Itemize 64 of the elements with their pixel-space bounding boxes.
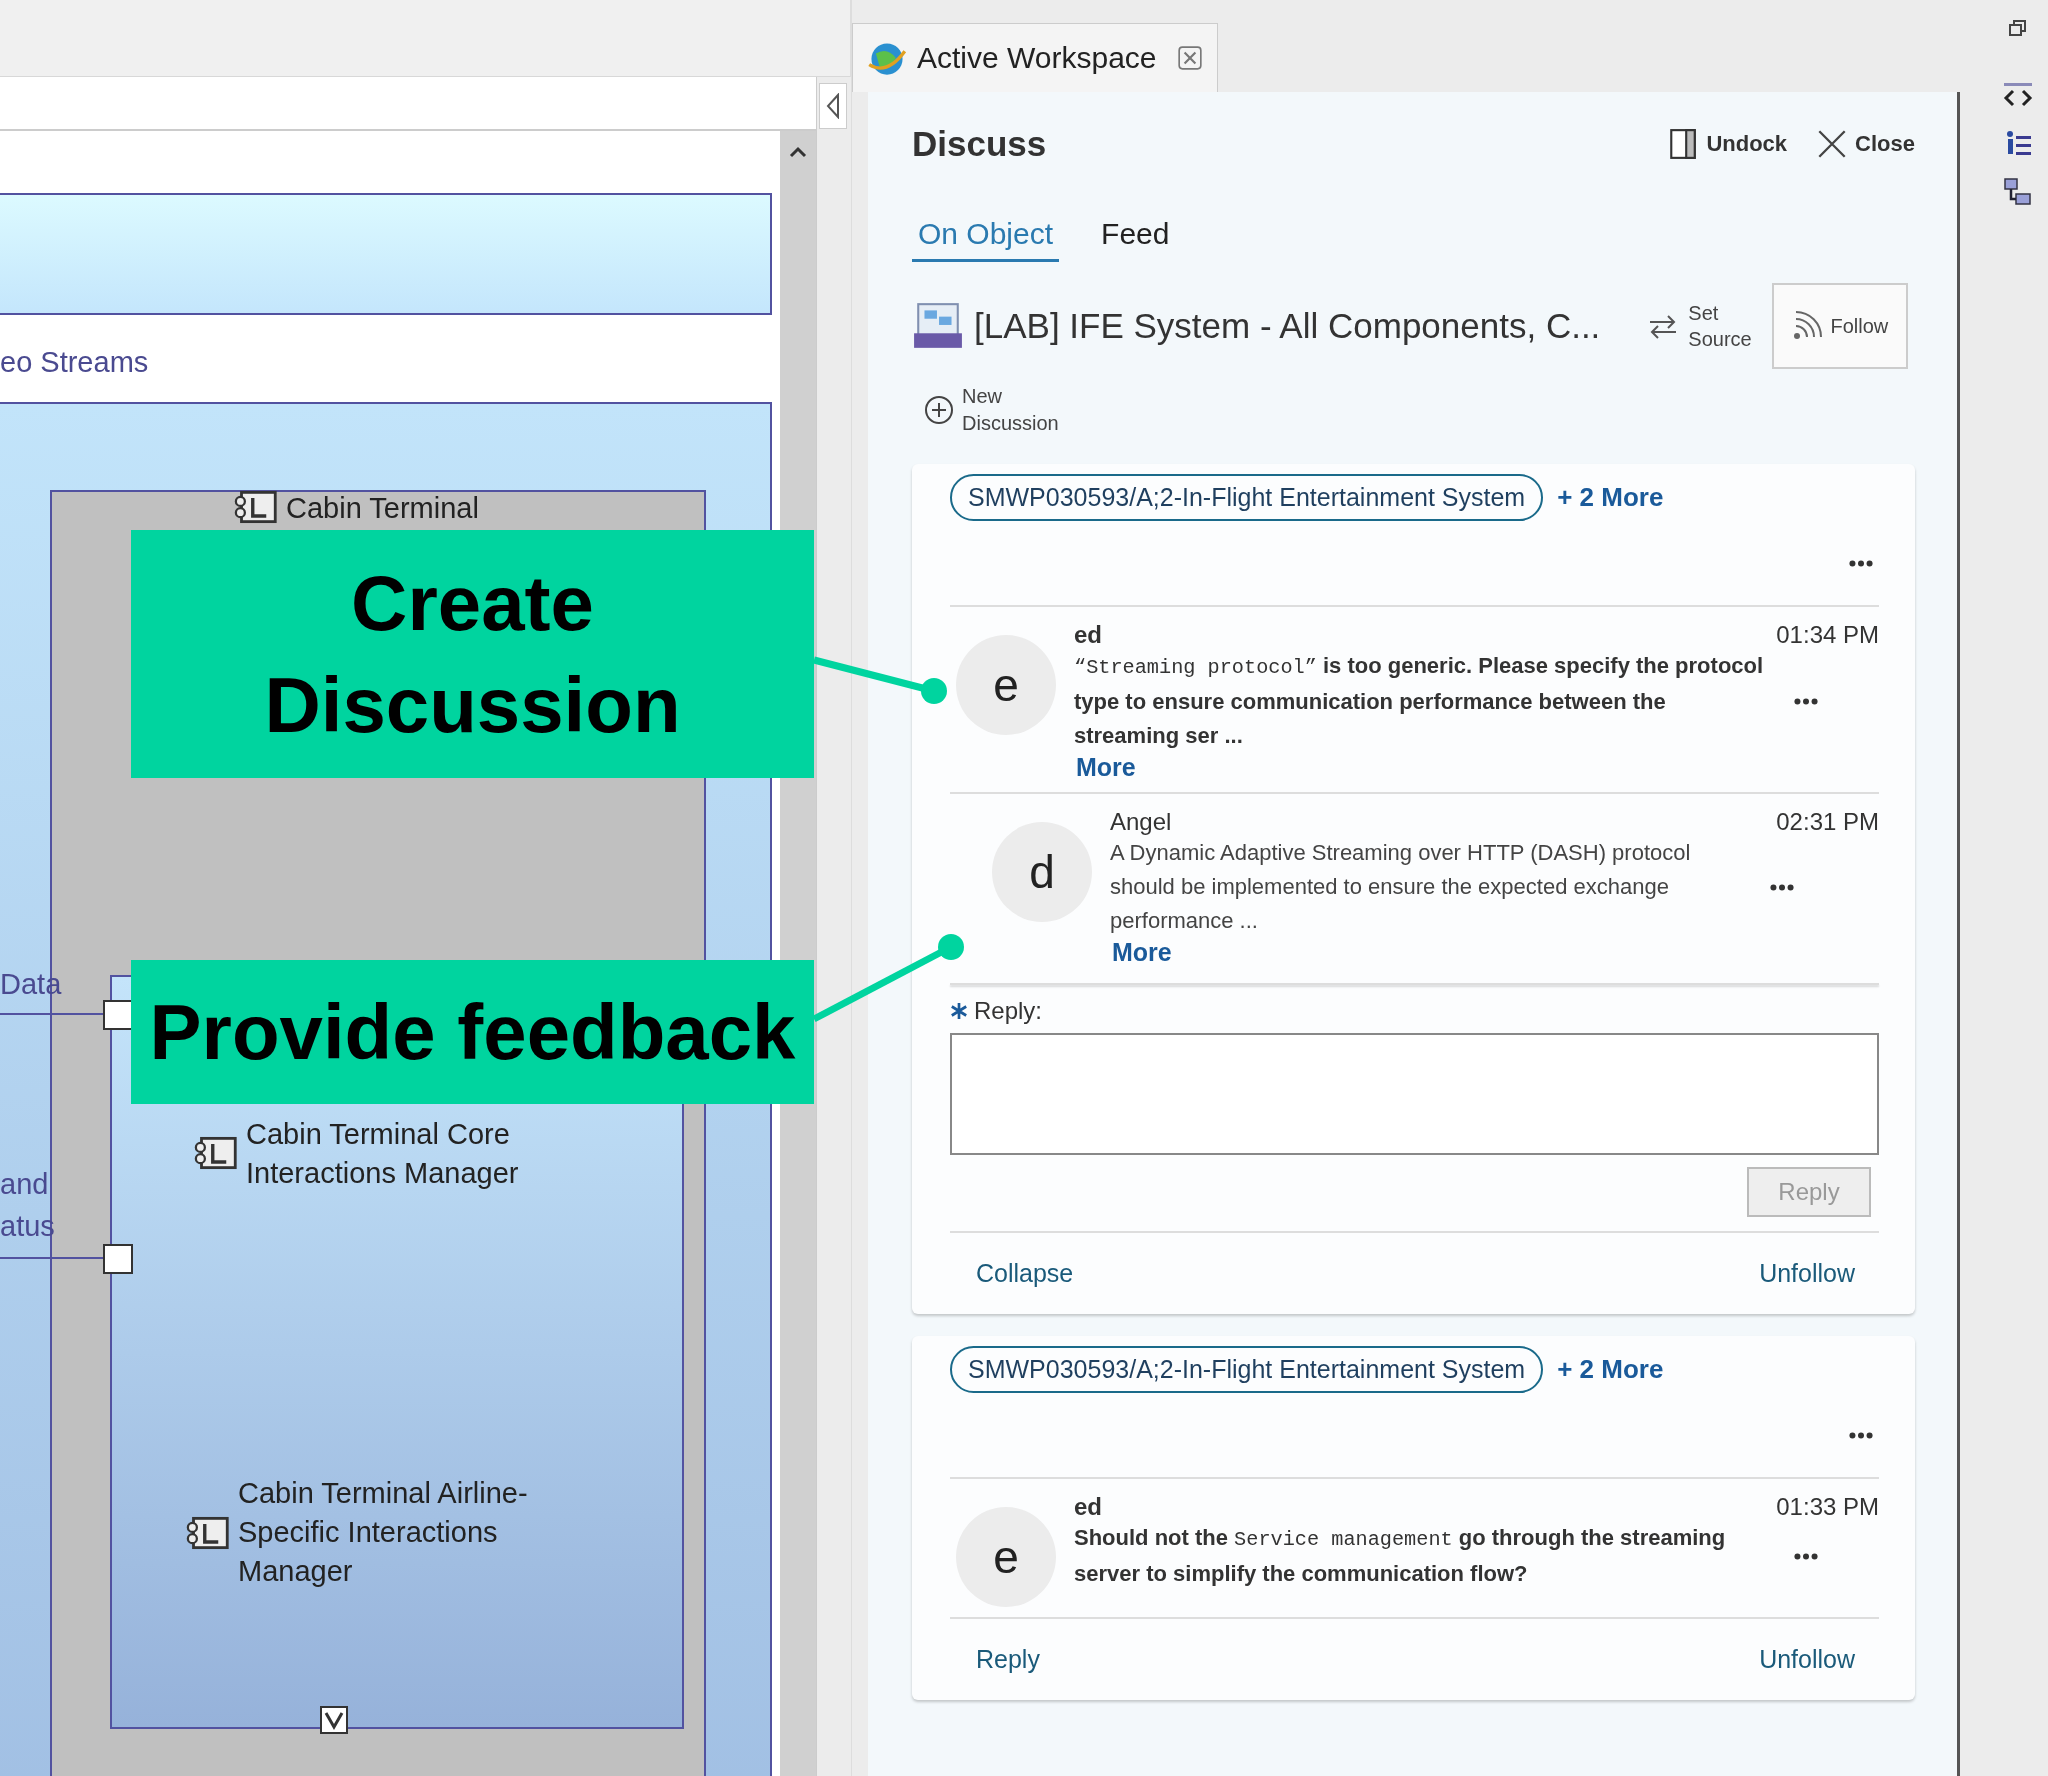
collapse-button[interactable] xyxy=(819,83,847,129)
object-tag[interactable]: SMWP030593/A;2-In-Flight Entertainment System xyxy=(950,474,1544,521)
object-title: [LAB] IFE System - All Components, C... xyxy=(974,306,1601,346)
close-icon xyxy=(1817,128,1848,160)
port-square xyxy=(103,1000,133,1030)
more-options-icon[interactable] xyxy=(1794,1552,1818,1560)
author-name: ed xyxy=(1074,1493,1102,1521)
more-link[interactable]: More xyxy=(1076,753,1136,782)
component-icon xyxy=(184,1514,230,1551)
set-source-button[interactable]: Set Source xyxy=(1646,300,1753,352)
panel-icon xyxy=(1668,128,1699,160)
tab[interactable]: Feed xyxy=(1095,210,1176,262)
object-tag[interactable]: SMWP030593/A;2-In-Flight Entertainment System xyxy=(950,1346,1544,1393)
add-icon xyxy=(924,395,954,425)
new-discussion-button[interactable]: New Discussion xyxy=(912,378,1062,442)
more-options-icon[interactable] xyxy=(1794,697,1818,705)
component-label: Cabin Terminal xyxy=(286,491,479,526)
component-icon xyxy=(192,1135,238,1171)
more-options-icon[interactable] xyxy=(1849,1431,1873,1439)
required-icon xyxy=(950,1002,968,1020)
callout-label: Provide feedback xyxy=(131,960,814,1104)
comment-text: Should not the Service management go through the streaming server to simplify the communication flow? xyxy=(1074,1524,1727,1588)
component-icon xyxy=(232,489,278,525)
more-tags-link[interactable]: + 2 More xyxy=(1557,1354,1664,1385)
diagram-label: eo Streams xyxy=(0,345,149,379)
avatar: d xyxy=(992,822,1092,922)
more-options-icon[interactable] xyxy=(1770,883,1794,891)
diagram-label: and xyxy=(0,1167,49,1201)
footer-link[interactable]: Reply xyxy=(976,1645,1040,1674)
comment-text: A Dynamic Adaptive Streaming over HTTP (DASH) protocol should be implemented to ensure the expected exchange performance ... xyxy=(1110,839,1692,935)
more-options-icon[interactable] xyxy=(1849,559,1873,567)
follow-button[interactable]: Follow xyxy=(1772,283,1909,369)
panel-title: Discuss xyxy=(912,124,1047,164)
timestamp: 02:31 PM xyxy=(1776,808,1879,836)
callout-label: Create Discussion xyxy=(131,530,814,778)
comment-text: “Streaming protocol” is too generic. Please specify the protocol type to ensure communication performance between the streaming ser ... xyxy=(1074,652,1765,750)
hierarchy-icon[interactable] xyxy=(2001,176,2034,208)
close-icon[interactable] xyxy=(1176,45,1203,71)
feed-icon xyxy=(1792,311,1823,341)
document-icon xyxy=(912,302,964,350)
timestamp: 01:33 PM xyxy=(1776,1493,1879,1521)
footer-link[interactable]: Unfollow xyxy=(1759,1645,1855,1674)
footer-link[interactable]: Collapse xyxy=(976,1259,1074,1288)
field-label: Reply: xyxy=(974,997,1043,1025)
component-label: Cabin Terminal Core Interactions Manager xyxy=(246,1117,520,1191)
more-tags-link[interactable]: + 2 More xyxy=(1557,482,1664,513)
workspace-tab[interactable]: Active Workspace xyxy=(852,23,1218,92)
more-link[interactable]: More xyxy=(1112,938,1172,967)
port-icon xyxy=(320,1706,348,1734)
restore-icon[interactable] xyxy=(2007,18,2028,38)
collapse-arrow-icon xyxy=(826,93,840,119)
author-name: ed xyxy=(1074,621,1102,649)
scroll-up-icon[interactable] xyxy=(788,145,808,159)
undock-button[interactable]: Undock xyxy=(1668,128,1788,160)
component-label: Cabin Terminal Airline-Specific Interactions Manager xyxy=(238,1476,529,1589)
timestamp: 01:34 PM xyxy=(1776,621,1879,649)
avatar: e xyxy=(956,635,1056,735)
close-button[interactable]: Close xyxy=(1817,128,1915,160)
avatar: e xyxy=(956,1507,1056,1607)
tab[interactable]: On Object xyxy=(912,210,1060,262)
author-name: Angel xyxy=(1110,808,1172,836)
port-square xyxy=(103,1244,133,1274)
reply-field[interactable] xyxy=(950,1033,1879,1155)
footer-link[interactable]: Unfollow xyxy=(1759,1259,1855,1288)
